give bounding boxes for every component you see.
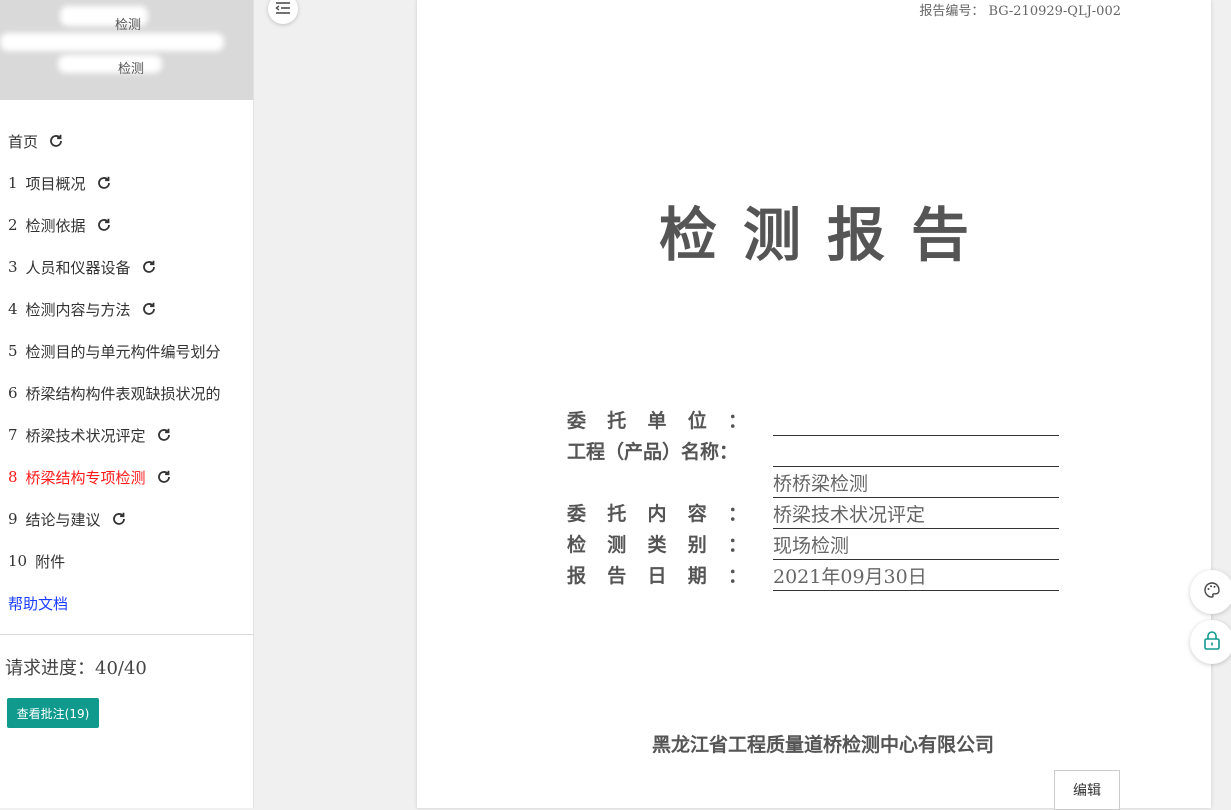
project-value[interactable] [773, 437, 1059, 467]
request-progress: 请求进度：40/40 [5, 658, 147, 679]
label-char: 测 [607, 534, 627, 556]
label-char: ： [727, 410, 747, 432]
sidebar-item-label: 检测依据 [25, 216, 86, 235]
sidebar-nav: 首页 1 项目概况 2 检测依据 3 人员和仪器设备 4 检测内容与方法 5 检测目的与单元构件编号… [0, 120, 253, 624]
menu-collapse-icon [275, 0, 291, 19]
project-label: 工程（产品）名称： [567, 441, 739, 463]
palette-icon [1203, 581, 1221, 603]
report-page: 报告编号： BG-210929-QLJ-002 检测报告 委托单位： 工程（产品… [417, 0, 1211, 810]
client-value[interactable] [773, 406, 1059, 436]
sidebar-item-number: 8 [8, 468, 18, 486]
sidebar-item-number: 3 [8, 258, 18, 276]
label-char: 内 [647, 503, 667, 525]
sidebar-item-10[interactable]: 10 附件 [0, 540, 253, 582]
sidebar-item-home[interactable]: 首页 [0, 120, 253, 162]
refresh-icon[interactable] [96, 217, 112, 233]
label-char: ： [727, 503, 747, 525]
label-char: ： [727, 565, 747, 587]
date-label: 报告日期 ： [567, 561, 747, 588]
redacted-block [0, 33, 224, 51]
lock-icon [1203, 630, 1221, 654]
refresh-icon[interactable] [156, 469, 172, 485]
redacted-block [58, 55, 162, 73]
sidebar-item-7[interactable]: 7 桥梁技术状况评定 [0, 414, 253, 456]
project-value-line2[interactable]: 桥桥梁检测 [773, 468, 1059, 498]
label-char: 委 [567, 410, 587, 432]
sidebar-item-4[interactable]: 4 检测内容与方法 [0, 288, 253, 330]
label-char: 告 [607, 565, 627, 587]
header-text-line1: 检测 [115, 18, 142, 33]
help-docs-link[interactable]: 帮助文档 [0, 582, 253, 624]
sidebar-header: 检测 检测 [0, 0, 253, 100]
sidebar-item-9[interactable]: 9 结论与建议 [0, 498, 253, 540]
label-char: 委 [567, 503, 587, 525]
refresh-icon[interactable] [111, 511, 127, 527]
label-char: 容 [687, 503, 707, 525]
sidebar-item-3[interactable]: 3 人员和仪器设备 [0, 246, 253, 288]
edit-button[interactable]: 编辑 [1054, 770, 1120, 810]
label-char: 类 [647, 534, 667, 556]
sidebar-item-number: 2 [8, 216, 18, 234]
sidebar-item-6[interactable]: 6 桥梁结构构件表观缺损状况的 [0, 372, 253, 414]
sidebar-item-label: 检测内容与方法 [25, 300, 131, 319]
sidebar-item-5[interactable]: 5 检测目的与单元构件编号划分 [0, 330, 253, 372]
sidebar-item-2[interactable]: 2 检测依据 [0, 204, 253, 246]
refresh-icon[interactable] [96, 175, 112, 191]
company-name: 黑龙江省工程质量道桥检测中心有限公司 [651, 734, 994, 756]
category-value[interactable]: 现场检测 [773, 530, 1059, 560]
client-label: 委托单位 ： [567, 406, 747, 433]
report-title: 检测报告 [658, 201, 995, 269]
sidebar: 检测 检测 首页 1 项目概况 2 检测依据 3 人员和仪器设备 4 检测内容与方法 5 检测目的与… [0, 0, 254, 808]
category-label: 检测类别 ： [567, 530, 747, 557]
sidebar-item-label: 桥梁结构专项检测 [25, 468, 146, 487]
sidebar-item-number: 10 [8, 552, 28, 570]
sidebar-item-label: 桥梁技术状况评定 [25, 426, 146, 445]
sidebar-item-label: 首页 [8, 132, 39, 151]
sidebar-item-8[interactable]: 8 桥梁结构专项检测 [0, 456, 253, 498]
toc-toggle-button[interactable] [268, 0, 298, 24]
sidebar-item-number: 6 [8, 384, 18, 402]
header-text-line2: 检测 [118, 62, 145, 77]
sidebar-item-1[interactable]: 1 项目概况 [0, 162, 253, 204]
refresh-icon[interactable] [156, 427, 172, 443]
sidebar-item-label: 人员和仪器设备 [25, 258, 131, 277]
label-char: 报 [567, 565, 587, 587]
theme-button[interactable] [1190, 570, 1231, 614]
label-char: 别 [687, 534, 707, 556]
label-char: 托 [607, 503, 627, 525]
sidebar-item-label: 结论与建议 [25, 510, 101, 529]
view-annotations-button[interactable]: 查看批注(19) [7, 698, 99, 728]
sidebar-item-label: 项目概况 [25, 174, 86, 193]
label-char: ： [727, 534, 747, 556]
sidebar-item-number: 1 [8, 174, 18, 192]
refresh-icon[interactable] [141, 259, 157, 275]
content-value[interactable]: 桥梁技术状况评定 [773, 499, 1059, 529]
sidebar-divider [0, 634, 253, 635]
date-value[interactable]: 2021年09月30日 [773, 561, 1059, 591]
sidebar-item-label: 桥梁结构构件表观缺损状况的 [25, 384, 221, 403]
label-char: 位 [687, 410, 707, 432]
label-char: 检 [567, 534, 587, 556]
label-char: 期 [687, 565, 707, 587]
refresh-icon[interactable] [48, 133, 64, 149]
refresh-icon[interactable] [141, 301, 157, 317]
report-number: 报告编号： BG-210929-QLJ-002 [919, 4, 1121, 19]
lock-button[interactable] [1190, 620, 1231, 664]
label-char: 单 [647, 410, 667, 432]
sidebar-item-number: 4 [8, 300, 18, 318]
sidebar-item-number: 7 [8, 426, 18, 444]
label-char: 日 [647, 565, 667, 587]
label-char: 托 [607, 410, 627, 432]
sidebar-item-number: 9 [8, 510, 18, 528]
sidebar-item-number: 5 [8, 342, 18, 360]
content-label: 委托内容 ： [567, 499, 747, 526]
sidebar-item-label: 检测目的与单元构件编号划分 [25, 342, 221, 361]
sidebar-item-label: 附件 [35, 552, 66, 571]
